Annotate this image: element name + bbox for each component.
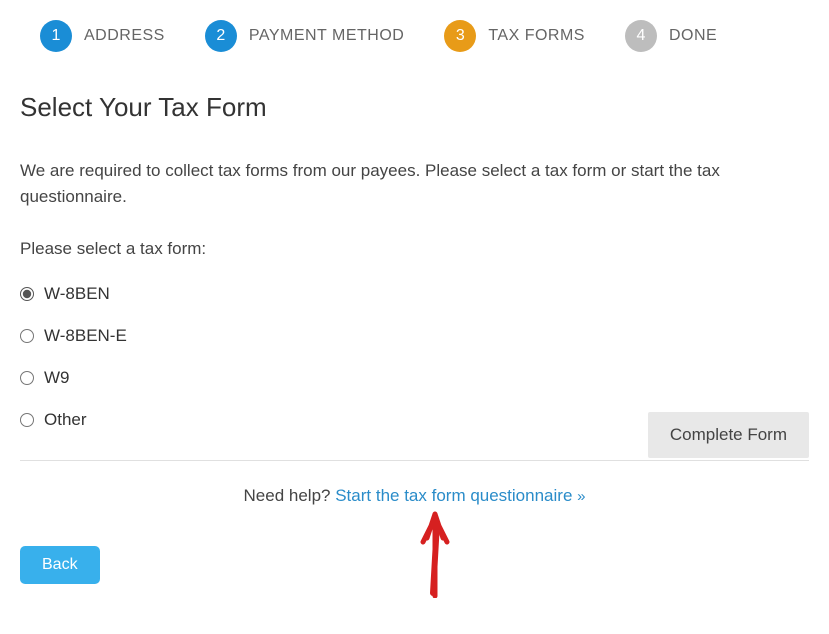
progress-steps: 1 ADDRESS 2 PAYMENT METHOD 3 TAX FORMS 4… — [40, 20, 809, 52]
step-address: 1 ADDRESS — [40, 20, 165, 52]
radio-label-w8ben[interactable]: W-8BEN — [44, 284, 110, 304]
radio-w8ben[interactable] — [20, 287, 34, 301]
radio-label-other[interactable]: Other — [44, 410, 87, 430]
step-label-payment: PAYMENT METHOD — [249, 27, 404, 45]
radio-option-w8bene[interactable]: W-8BEN-E — [20, 326, 809, 346]
page-description: We are required to collect tax forms fro… — [20, 158, 809, 209]
step-number-1: 1 — [40, 20, 72, 52]
step-done: 4 DONE — [625, 20, 717, 52]
chevron-right-icon: » — [577, 488, 585, 505]
radio-label-w9[interactable]: W9 — [44, 368, 70, 388]
step-number-2: 2 — [205, 20, 237, 52]
page-title: Select Your Tax Form — [20, 92, 809, 123]
arrow-up-annotation-icon — [415, 508, 455, 598]
help-row: Need help? Start the tax form questionna… — [20, 486, 809, 506]
tax-form-radio-group: W-8BEN W-8BEN-E W9 Other Complete Form — [20, 284, 809, 430]
complete-form-button[interactable]: Complete Form — [648, 412, 809, 458]
step-number-3: 3 — [444, 20, 476, 52]
step-tax-forms: 3 TAX FORMS — [444, 20, 585, 52]
radio-w9[interactable] — [20, 371, 34, 385]
step-label-address: ADDRESS — [84, 27, 165, 45]
help-prefix: Need help? — [244, 486, 336, 505]
radio-option-w8ben[interactable]: W-8BEN — [20, 284, 809, 304]
step-label-tax-forms: TAX FORMS — [488, 27, 585, 45]
section-divider — [20, 460, 809, 461]
radio-option-w9[interactable]: W9 — [20, 368, 809, 388]
step-number-4: 4 — [625, 20, 657, 52]
start-questionnaire-link[interactable]: Start the tax form questionnaire » — [335, 486, 585, 505]
form-select-label: Please select a tax form: — [20, 239, 809, 259]
radio-label-w8bene[interactable]: W-8BEN-E — [44, 326, 127, 346]
radio-other[interactable] — [20, 413, 34, 427]
radio-w8bene[interactable] — [20, 329, 34, 343]
step-label-done: DONE — [669, 27, 717, 45]
back-button[interactable]: Back — [20, 546, 100, 584]
step-payment-method: 2 PAYMENT METHOD — [205, 20, 404, 52]
